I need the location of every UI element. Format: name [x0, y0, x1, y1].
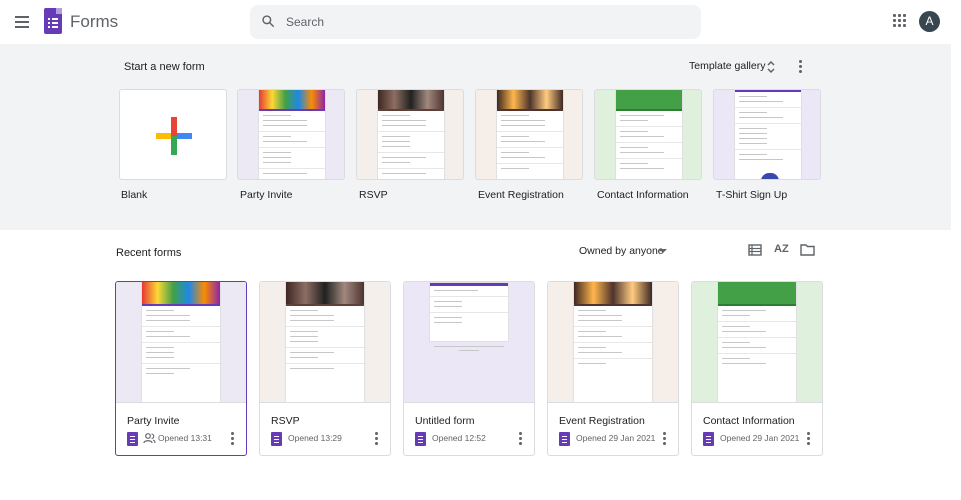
form-more-options-icon[interactable] [519, 432, 523, 446]
form-opened-time: Opened 13:29 [288, 433, 342, 443]
template-blank[interactable] [119, 89, 227, 180]
form-opened-time: Opened 12:52 [432, 433, 486, 443]
recent-form-card-event-registration[interactable]: Event Registration Opened 29 Jan 2021 [547, 281, 679, 456]
shared-people-icon [143, 433, 156, 444]
plus-icon [156, 117, 192, 155]
list-view-icon[interactable] [748, 243, 762, 257]
form-title: Party Invite [127, 415, 180, 427]
form-more-options-icon[interactable] [231, 432, 235, 446]
recent-form-card-contact-information[interactable]: Contact Information Opened 29 Jan 2021 [691, 281, 823, 456]
form-more-options-icon[interactable] [663, 432, 667, 446]
recent-form-card-untitled[interactable]: Untitled form Opened 12:52 [403, 281, 535, 456]
recent-form-card-rsvp[interactable]: RSVP Opened 13:29 [259, 281, 391, 456]
template-label-contact-information: Contact Information [597, 189, 689, 201]
google-apps-icon[interactable] [893, 14, 907, 28]
template-label-tshirt-sign-up: T-Shirt Sign Up [716, 189, 788, 201]
form-preview[interactable] [548, 282, 678, 403]
template-more-options-icon[interactable] [799, 60, 803, 74]
main-menu-icon[interactable] [13, 13, 31, 29]
form-title: Event Registration [559, 415, 645, 427]
template-gallery-button[interactable]: Template gallery [689, 60, 765, 72]
unfold-icon[interactable] [765, 60, 777, 74]
owner-filter-dropdown[interactable]: Owned by anyone [579, 245, 664, 257]
form-preview[interactable] [404, 282, 534, 403]
forms-file-icon [559, 432, 570, 446]
template-party-invite[interactable] [237, 89, 345, 180]
folder-icon[interactable] [800, 243, 815, 256]
search-icon[interactable] [261, 14, 275, 28]
search-bar[interactable] [250, 5, 701, 39]
account-avatar[interactable]: A [919, 11, 940, 32]
search-input[interactable] [286, 12, 686, 32]
form-more-options-icon[interactable] [375, 432, 379, 446]
template-section-heading: Start a new form [124, 61, 205, 73]
form-preview[interactable] [260, 282, 390, 403]
form-title: RSVP [271, 415, 300, 427]
template-label-rsvp: RSVP [359, 189, 388, 201]
recent-forms-heading: Recent forms [116, 247, 182, 259]
template-contact-information[interactable] [594, 89, 702, 180]
forms-file-icon [271, 432, 282, 446]
template-event-registration[interactable] [475, 89, 583, 180]
template-label-blank: Blank [121, 189, 148, 201]
template-rsvp[interactable] [356, 89, 464, 180]
form-preview[interactable] [116, 282, 246, 403]
template-tshirt-sign-up[interactable] [713, 89, 821, 180]
form-opened-time: Opened 29 Jan 2021 [576, 433, 656, 443]
forms-file-icon [703, 432, 714, 446]
form-opened-time: Opened 13:31 [158, 433, 212, 443]
forms-file-icon [127, 432, 138, 446]
app-title[interactable]: Forms [70, 12, 118, 32]
template-label-party-invite: Party Invite [240, 189, 293, 201]
forms-logo-icon[interactable] [44, 8, 62, 34]
top-bar: Forms A [0, 0, 961, 44]
form-title: Contact Information [703, 415, 795, 427]
form-more-options-icon[interactable] [807, 432, 811, 446]
forms-file-icon [415, 432, 426, 446]
form-preview[interactable] [692, 282, 822, 403]
form-opened-time: Opened 29 Jan 2021 [720, 433, 800, 443]
recent-form-card-party-invite[interactable]: Party Invite Opened 13:31 [115, 281, 247, 456]
form-title: Untitled form [415, 415, 475, 427]
dropdown-caret-icon[interactable] [659, 249, 667, 253]
template-label-event-registration: Event Registration [478, 189, 564, 201]
sort-options-icon[interactable]: AZ [774, 243, 789, 255]
